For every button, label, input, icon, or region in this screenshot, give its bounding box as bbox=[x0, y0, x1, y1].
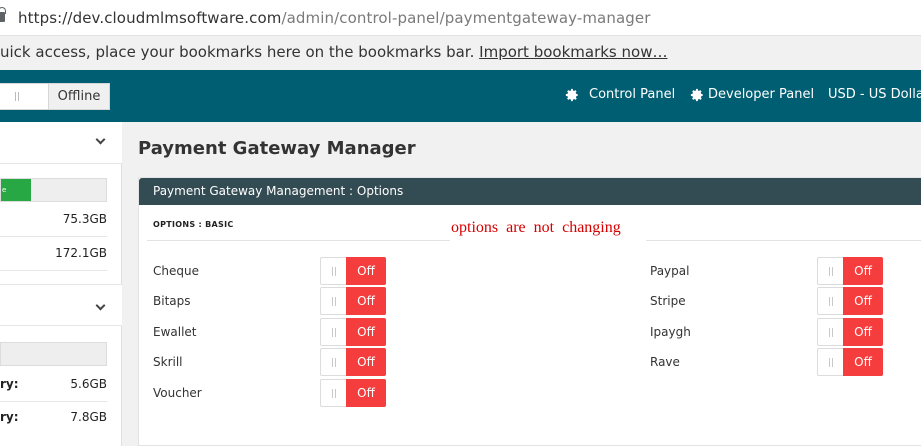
usage-progress-label: e bbox=[2, 186, 7, 194]
panel-title: Payment Gateway Management : Options bbox=[139, 178, 921, 205]
stat-label: ry: bbox=[0, 377, 19, 391]
option-label-voucher: Voucher bbox=[153, 386, 202, 400]
usage-progress-fill: e bbox=[1, 179, 31, 201]
bookmarks-text: uick access, place your bookmarks here o… bbox=[0, 43, 475, 61]
options-section-label: OPTIONS : BASIC bbox=[153, 220, 234, 229]
sidebar: e 75.3GB 172.1GB ry: 5.6GB ry: 7.8GB bbox=[0, 122, 122, 446]
toggle-grip-icon bbox=[829, 358, 833, 367]
toggle-state[interactable]: Off bbox=[346, 379, 386, 407]
option-label-ipaygh: Ipaygh bbox=[650, 325, 691, 339]
toggle-state[interactable]: Off bbox=[843, 318, 883, 346]
toggle-state[interactable]: Off bbox=[843, 348, 883, 376]
toggle-voucher[interactable]: Off bbox=[320, 379, 386, 407]
option-label-stripe: Stripe bbox=[650, 294, 686, 308]
toggle-grip-icon bbox=[332, 328, 336, 337]
annotation-text: options are not changing bbox=[451, 219, 621, 236]
app-header: Offline Control Panel Developer Panel US… bbox=[0, 70, 921, 122]
sidebar-stat-row: 172.1GB bbox=[0, 235, 107, 271]
toggle-grip-icon bbox=[829, 297, 833, 306]
stat-value: 172.1GB bbox=[55, 246, 107, 260]
toggle-ewallet[interactable]: Off bbox=[320, 318, 386, 346]
toggle-state[interactable]: Off bbox=[346, 287, 386, 315]
nav-control-panel[interactable]: Control Panel bbox=[565, 87, 675, 102]
option-label-ewallet: Ewallet bbox=[153, 325, 197, 339]
online-status-toggle[interactable]: Offline bbox=[0, 83, 110, 110]
url-path: /admin/control-panel/paymentgateway-mana… bbox=[281, 9, 651, 27]
usage-progress-bar: e bbox=[0, 178, 107, 202]
toggle-ipaygh[interactable]: Off bbox=[817, 318, 883, 346]
option-label-skrill: Skrill bbox=[153, 355, 183, 369]
toggle-state[interactable]: Off bbox=[346, 257, 386, 285]
option-label-paypal: Paypal bbox=[650, 264, 690, 278]
sidebar-stat-row: ry: 7.8GB bbox=[0, 399, 107, 435]
stat-value: 7.8GB bbox=[70, 410, 107, 424]
url-host: https://dev.cloudmlmsoftware.com bbox=[18, 9, 282, 27]
sidebar-section-header[interactable] bbox=[0, 284, 122, 326]
stat-value: 75.3GB bbox=[62, 212, 107, 226]
toggle-bitaps[interactable]: Off bbox=[320, 287, 386, 315]
toggle-state[interactable]: Off bbox=[843, 287, 883, 315]
option-label-bitaps: Bitaps bbox=[153, 294, 191, 308]
bookmarks-bar: uick access, place your bookmarks here o… bbox=[0, 36, 921, 70]
nav-developer-panel-label: Developer Panel bbox=[708, 87, 815, 102]
toggle-skrill[interactable]: Off bbox=[320, 348, 386, 376]
toggle-grip-icon bbox=[332, 267, 336, 276]
usage-progress-bar bbox=[0, 342, 107, 366]
toggle-grip-icon bbox=[332, 297, 336, 306]
toggle-state[interactable]: Off bbox=[843, 257, 883, 285]
option-label-cheque: Cheque bbox=[153, 264, 199, 278]
lock-icon bbox=[0, 7, 6, 22]
url-text[interactable]: https://dev.cloudmlmsoftware.com/admin/c… bbox=[18, 9, 650, 27]
stat-label: ry: bbox=[0, 410, 19, 424]
toggle-state[interactable]: Off bbox=[346, 318, 386, 346]
nav-developer-panel[interactable]: Developer Panel bbox=[690, 87, 814, 102]
divider bbox=[646, 240, 921, 241]
toggle-stripe[interactable]: Off bbox=[817, 287, 883, 315]
toggle-paypal[interactable]: Off bbox=[817, 257, 883, 285]
toggle-grip-icon bbox=[829, 328, 833, 337]
toggle-grip-icon bbox=[15, 92, 19, 101]
toggle-cheque[interactable]: Off bbox=[320, 257, 386, 285]
offline-label[interactable]: Offline bbox=[48, 83, 110, 110]
divider bbox=[147, 240, 450, 241]
toggle-grip-icon bbox=[829, 267, 833, 276]
toggle-grip-icon bbox=[332, 358, 336, 367]
toggle-state[interactable]: Off bbox=[346, 348, 386, 376]
chevron-down-icon[interactable] bbox=[95, 134, 106, 145]
options-panel: Payment Gateway Management : Options OPT… bbox=[138, 177, 921, 446]
toggle-rave[interactable]: Off bbox=[817, 348, 883, 376]
stat-value: 5.6GB bbox=[70, 377, 107, 391]
gear-icon bbox=[565, 88, 579, 102]
import-bookmarks-link[interactable]: Import bookmarks now… bbox=[479, 43, 667, 61]
browser-url-bar[interactable]: https://dev.cloudmlmsoftware.com/admin/c… bbox=[0, 0, 921, 36]
sidebar-stat-row: 75.3GB bbox=[0, 201, 107, 237]
nav-control-panel-label: Control Panel bbox=[589, 87, 676, 102]
sidebar-section-header[interactable] bbox=[0, 122, 122, 164]
option-label-rave: Rave bbox=[650, 355, 680, 369]
gear-icon bbox=[690, 88, 704, 102]
toggle-grip-icon bbox=[332, 389, 336, 398]
currency-selector[interactable]: USD - US Dollar bbox=[828, 87, 921, 102]
bookmarks-hint: uick access, place your bookmarks here o… bbox=[0, 43, 667, 61]
currency-label: USD - US Dollar bbox=[828, 87, 921, 102]
page-title: Payment Gateway Manager bbox=[138, 138, 416, 159]
chevron-down-icon[interactable] bbox=[95, 300, 106, 311]
sidebar-stat-row: ry: 5.6GB bbox=[0, 366, 107, 402]
